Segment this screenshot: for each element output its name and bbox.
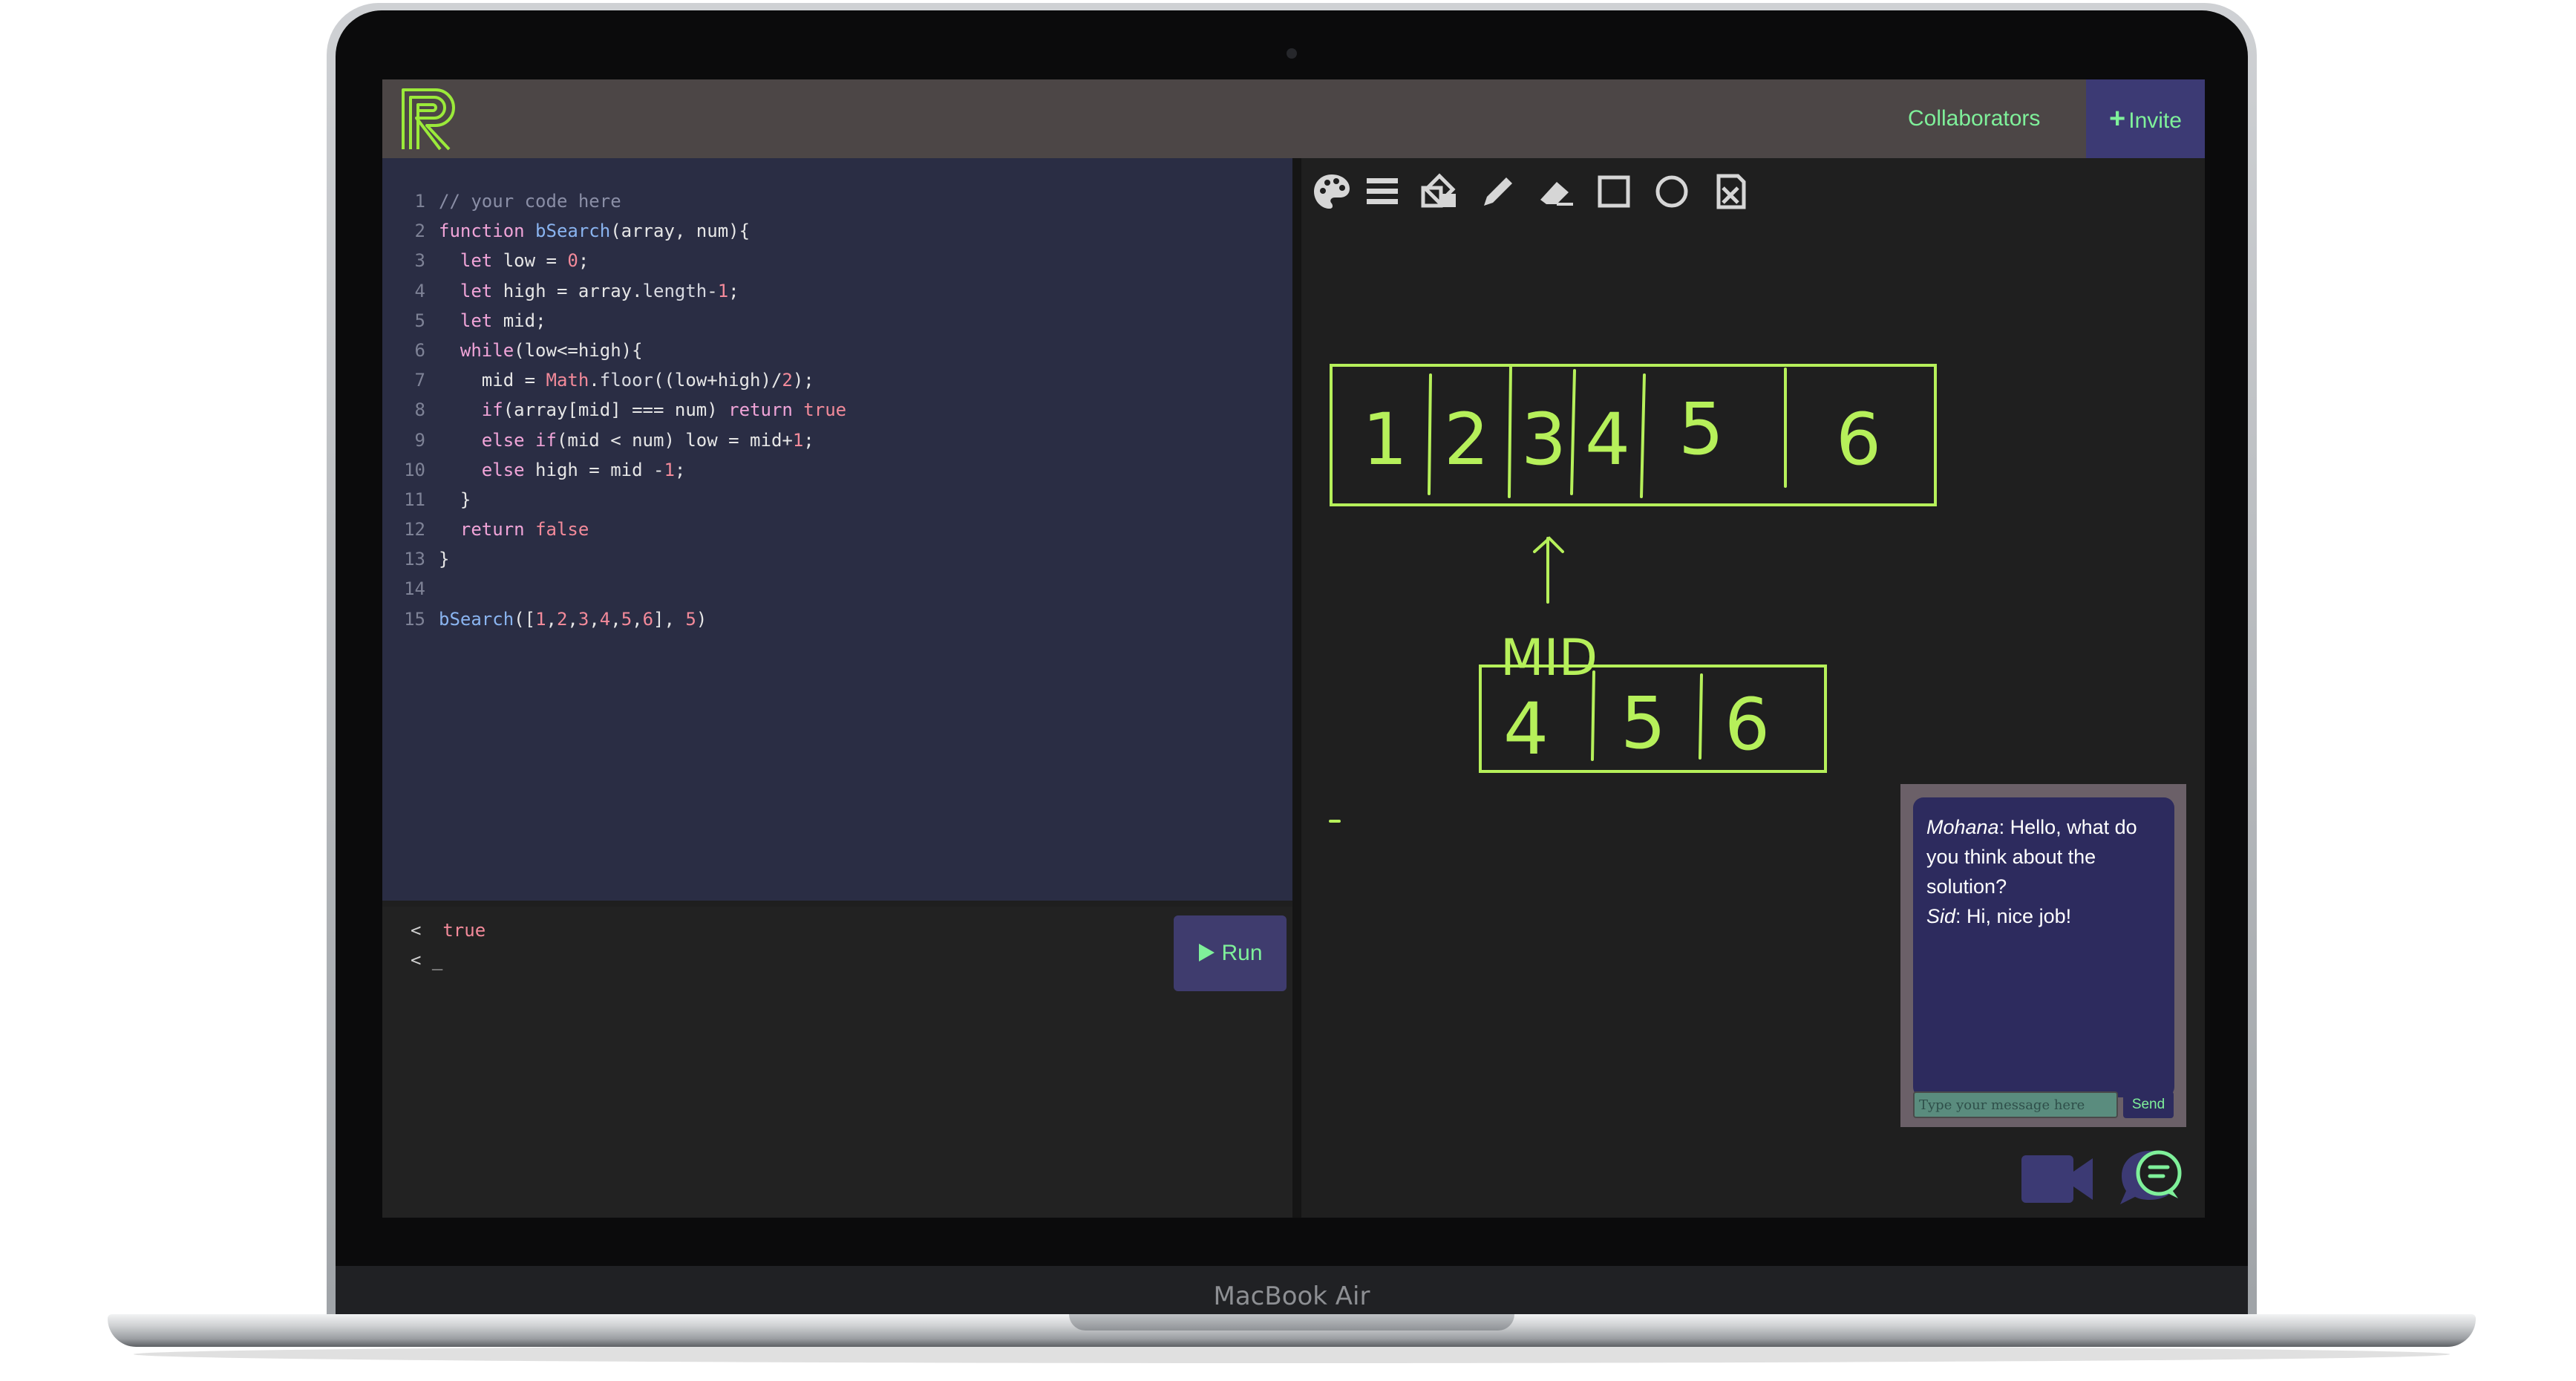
code-text[interactable]: if(array[mid] === num) return true [439,399,846,420]
mid-label: MID [1500,629,1598,688]
chat-message: Mohana: Hello, what do you think about t… [1926,816,2137,898]
code-text[interactable]: mid = Math.floor((low+high)/2); [439,370,814,391]
laptop-notch [1069,1314,1514,1331]
code-text[interactable]: bSearch([1,2,3,4,5,6], 5) [439,609,707,630]
code-line[interactable]: 6 while(low<=high){ [393,336,846,365]
message-text: Hi, nice job! [1967,905,2072,927]
array-cell: 2 [1444,398,1489,481]
send-button[interactable]: Send [2123,1091,2174,1118]
console-prompt: < [411,950,422,970]
code-text[interactable]: let mid; [439,310,546,331]
line-number: 4 [414,280,425,301]
line-number: 5 [414,310,425,331]
invite-label: Invite [2128,108,2182,133]
code-line[interactable]: 2 function bSearch(array, num){ [393,216,846,246]
line-number: 8 [414,399,425,421]
array-cell: 1 [1362,398,1408,481]
code-text[interactable]: } [439,549,449,569]
app-logo-icon[interactable]: R [397,85,465,154]
line-number: 9 [414,429,425,451]
code-line[interactable]: 12 return false [393,515,846,544]
line-number: 2 [414,221,425,242]
line-number: 1 [414,191,425,212]
array-cell: 6 [1836,398,1881,481]
array-cell: 4 [1585,398,1630,481]
code-line[interactable]: 8 if(array[mid] === num) return true [393,395,847,425]
message-author: Mohana [1926,816,1999,838]
code-text[interactable]: function bSearch(array, num){ [439,221,750,241]
code-line[interactable]: 13} [393,544,846,574]
console-output: true [442,920,486,941]
ink-labels: 1 2 3 4 5 6 MID 4 5 6 [1362,388,1881,771]
console-prompt: < [411,920,422,941]
output-console: < true < _ Run [382,907,1292,1218]
play-icon [1199,944,1215,962]
run-label: Run [1221,941,1263,965]
line-number: 15 [404,608,425,630]
line-number: 10 [404,459,425,480]
code-line[interactable]: 15 bSearch([1,2,3,4,5,6], 5) [393,604,846,634]
video-camera-icon[interactable] [2021,1152,2096,1206]
code-line[interactable]: 4 let high = array.length-1; [393,276,846,306]
chat-messages: Mohana: Hello, what do you think about t… [1913,797,2174,1097]
array-cell: 5 [1621,682,1666,765]
code-text[interactable]: let low = 0; [439,250,589,271]
code-line[interactable]: 1 // your code here [393,186,846,216]
pane-divider[interactable] [1292,158,1301,1218]
app-screen: R Collaborators + Invite 1 // your code he… [382,79,2205,1218]
top-bar: R Collaborators + Invite [382,79,2205,158]
line-number: 14 [404,578,425,600]
laptop-shadow [134,1345,2450,1363]
code-text[interactable]: return false [439,519,589,540]
line-number: 13 [404,549,425,570]
code-line[interactable]: 9 else if(mid < num) low = mid+1; [393,425,846,455]
message-author: Sid [1926,905,1956,927]
code-line[interactable]: 5 let mid; [393,306,846,336]
line-number: 11 [404,489,425,510]
array-cell: 4 [1503,688,1549,771]
line-number: 7 [414,370,425,391]
invite-button[interactable]: + Invite [2086,79,2205,158]
line-number: 12 [404,519,425,541]
chat-panel: Mohana: Hello, what do you think about t… [1900,784,2186,1127]
code-line[interactable]: 11 } [393,485,846,515]
run-button[interactable]: Run [1174,915,1287,991]
camera-icon [1287,48,1297,59]
code-line[interactable]: 10 else high = mid -1; [393,455,846,485]
code-text[interactable]: else if(mid < num) low = mid+1; [439,430,814,451]
code-text[interactable]: let high = array.length-1; [439,281,739,301]
code-line[interactable]: 3 let low = 0; [393,246,846,275]
array-cell: 6 [1725,683,1770,766]
code-line[interactable]: 14 [393,574,846,604]
console-cursor: _ [431,950,443,970]
chat-message: Sid: Hi, nice job! [1926,905,2072,927]
screenshot-stage: MacBook Air R Collaborators + Invite 1// … [0,0,2576,1381]
line-number: 3 [414,250,425,272]
code-lines[interactable]: 1 // your code here 2 function bSearch(arra… [393,186,846,634]
code-text[interactable]: else high = mid -1; [439,460,686,480]
console-line: < _ [411,950,442,970]
array-cell: 3 [1521,398,1566,481]
chat-bubble-icon[interactable] [2114,1146,2188,1207]
code-line[interactable]: 7 mid = Math.floor((low+high)/2); [393,365,846,395]
code-text[interactable]: } [439,489,471,510]
line-number: 6 [414,339,425,361]
code-text[interactable]: while(low<=high){ [439,340,643,361]
collaborators-link[interactable]: Collaborators [1908,79,2040,158]
plus-icon: + [2109,103,2126,134]
chat-input[interactable] [1913,1091,2118,1118]
array-cell: 5 [1678,388,1724,471]
code-editor[interactable]: 1 // your code here 2 function bSearch(arra… [382,158,1292,901]
code-text[interactable]: // your code here [439,191,621,212]
console-line: < true [411,920,486,941]
logo-letter: R [397,85,398,86]
